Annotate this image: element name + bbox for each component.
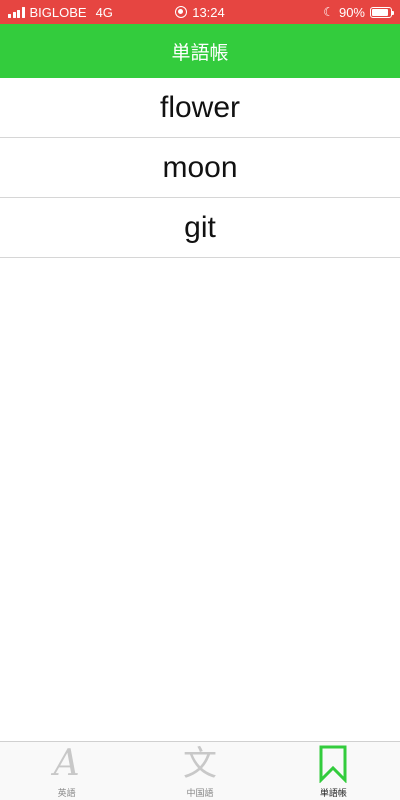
tab-wordbook[interactable]: 単語帳 bbox=[267, 742, 400, 800]
letter-a-icon: A bbox=[53, 743, 80, 784]
chinese-character-icon: 文 bbox=[182, 744, 217, 784]
tab-chinese[interactable]: 文 中国語 bbox=[133, 742, 266, 800]
tab-label: 英語 bbox=[57, 788, 76, 798]
list-item[interactable]: flower bbox=[0, 78, 400, 138]
tab-english[interactable]: A 英語 bbox=[0, 742, 133, 800]
navigation-bar: 単語帳 bbox=[0, 24, 400, 78]
tab-label: 単語帳 bbox=[319, 788, 347, 798]
battery-percent: 90% bbox=[338, 4, 365, 20]
list-item[interactable]: git bbox=[0, 198, 400, 258]
status-bar: BIGLOBE 4G 13:24 ☾ 90% bbox=[0, 0, 400, 24]
tab-label: 中国語 bbox=[186, 788, 214, 798]
page-title: 単語帳 bbox=[171, 42, 229, 64]
carrier-name: BIGLOBE bbox=[29, 4, 87, 20]
battery-icon bbox=[370, 6, 394, 18]
word-text: moon bbox=[162, 150, 238, 184]
word-text: git bbox=[184, 210, 216, 244]
tab-bar: A 英語 文 中国語 単語帳 bbox=[0, 741, 400, 800]
list-item[interactable]: moon bbox=[0, 138, 400, 198]
word-list: flower moon git bbox=[0, 78, 400, 258]
bookmark-icon bbox=[319, 743, 347, 785]
status-left: BIGLOBE 4G bbox=[8, 5, 323, 20]
word-text: flower bbox=[159, 90, 241, 124]
status-right: ☾ 90% bbox=[323, 4, 394, 20]
signal-strength-icon bbox=[8, 6, 25, 18]
do-not-disturb-icon: ☾ bbox=[323, 5, 334, 19]
network-type: 4G bbox=[95, 4, 113, 20]
